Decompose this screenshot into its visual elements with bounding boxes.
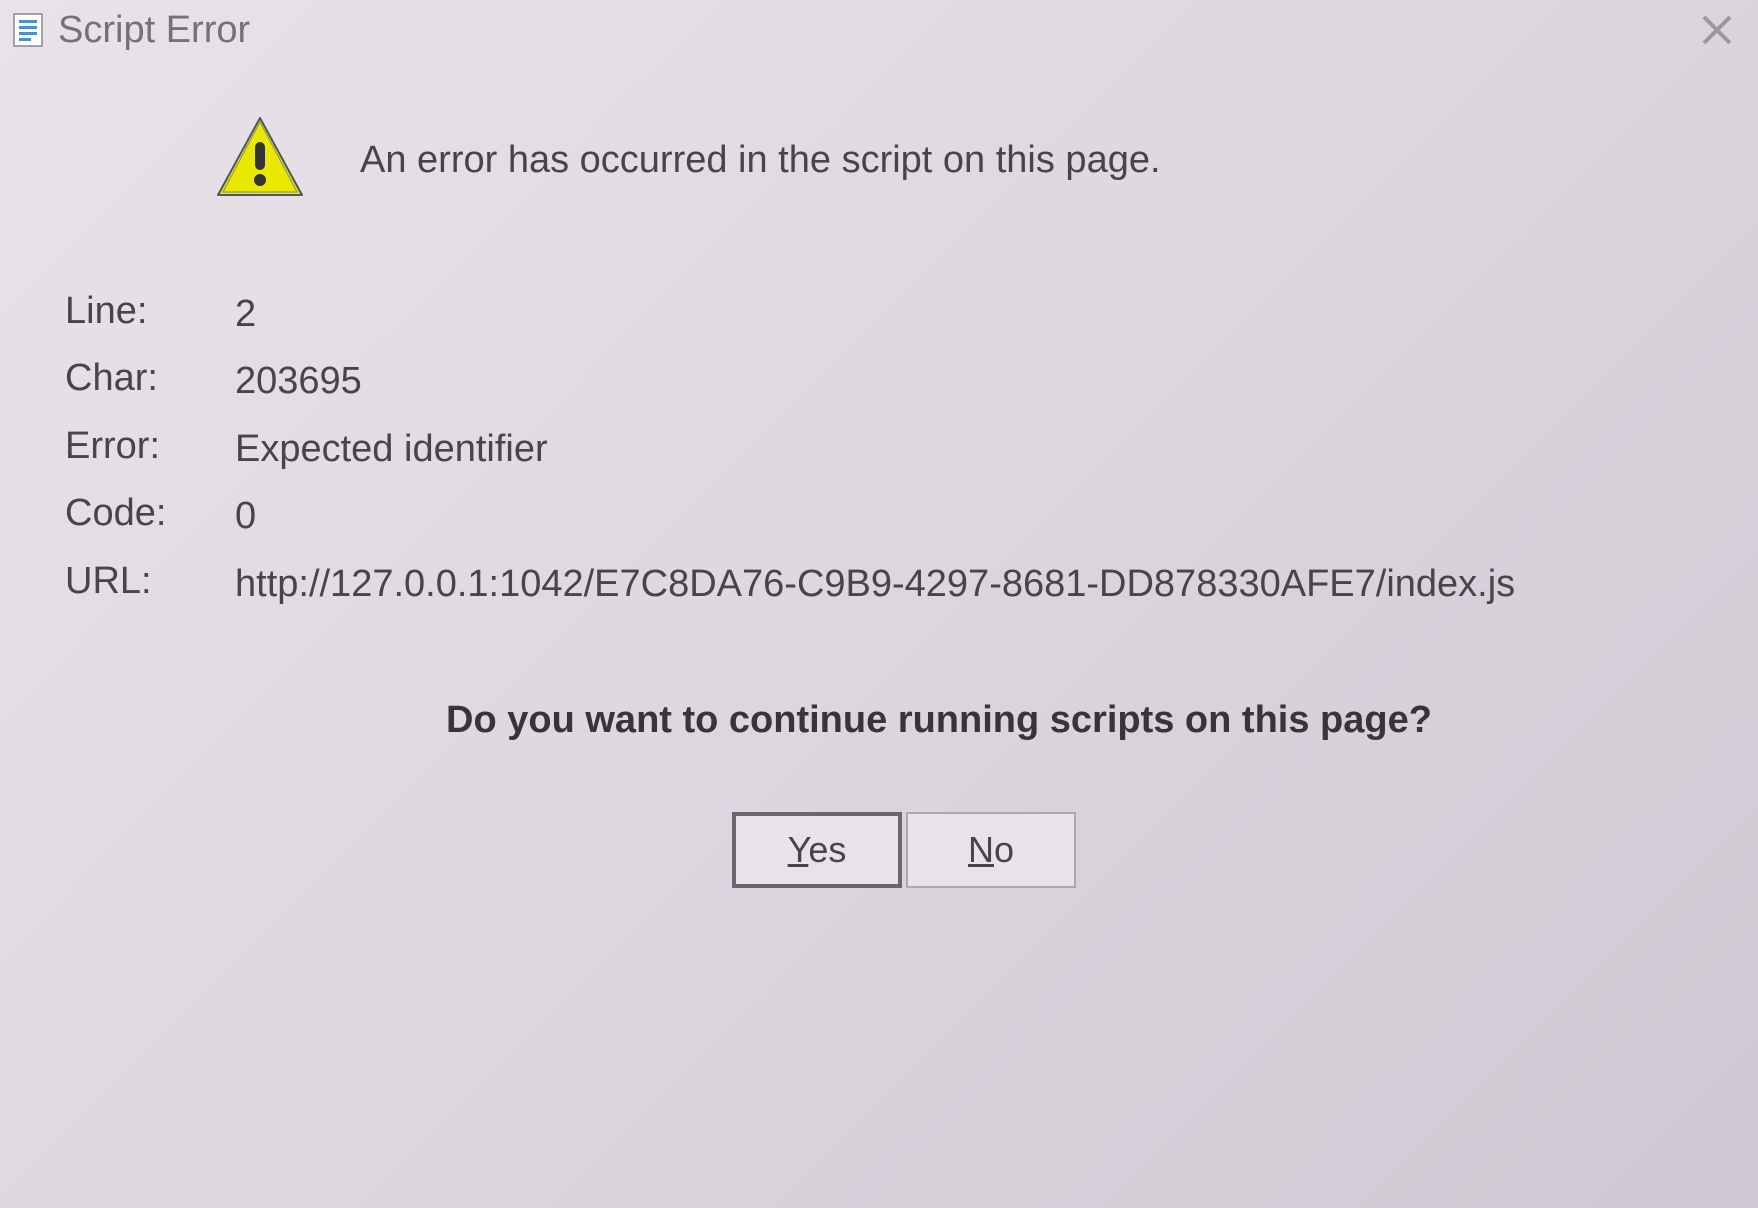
char-value: 203695 xyxy=(235,357,1698,406)
no-button[interactable]: No xyxy=(906,812,1076,888)
dialog-content: An error has occurred in the script on t… xyxy=(0,60,1758,928)
detail-row-line: Line: 2 xyxy=(65,290,1698,339)
line-label: Line: xyxy=(65,290,235,333)
yes-button[interactable]: Yes xyxy=(732,812,902,888)
line-value: 2 xyxy=(235,290,1698,339)
close-button[interactable] xyxy=(1692,5,1742,55)
error-value: Expected identifier xyxy=(235,425,1698,474)
url-label: URL: xyxy=(65,560,235,603)
document-icon xyxy=(10,12,46,48)
error-label: Error: xyxy=(65,425,235,468)
warning-icon xyxy=(210,110,310,210)
button-row: Yes No xyxy=(60,812,1698,888)
detail-row-code: Code: 0 xyxy=(65,492,1698,541)
detail-row-url: URL: http://127.0.0.1:1042/E7C8DA76-C9B9… xyxy=(65,560,1698,609)
code-value: 0 xyxy=(235,492,1698,541)
no-mnemonic: N xyxy=(968,829,994,870)
url-value: http://127.0.0.1:1042/E7C8DA76-C9B9-4297… xyxy=(235,560,1698,609)
code-label: Code: xyxy=(65,492,235,535)
continue-question: Do you want to continue running scripts … xyxy=(60,699,1698,742)
script-error-dialog: Script Error An error has occurred in th… xyxy=(0,0,1758,1208)
dialog-title: Script Error xyxy=(58,9,250,52)
error-details: Line: 2 Char: 203695 Error: Expected ide… xyxy=(60,290,1698,609)
title-bar: Script Error xyxy=(0,0,1758,60)
detail-row-error: Error: Expected identifier xyxy=(65,425,1698,474)
yes-mnemonic: Y xyxy=(788,829,809,870)
error-header-message: An error has occurred in the script on t… xyxy=(360,139,1161,182)
detail-row-char: Char: 203695 xyxy=(65,357,1698,406)
header-row: An error has occurred in the script on t… xyxy=(60,110,1698,210)
title-bar-left: Script Error xyxy=(10,9,250,52)
close-icon xyxy=(1698,11,1736,49)
char-label: Char: xyxy=(65,357,235,400)
